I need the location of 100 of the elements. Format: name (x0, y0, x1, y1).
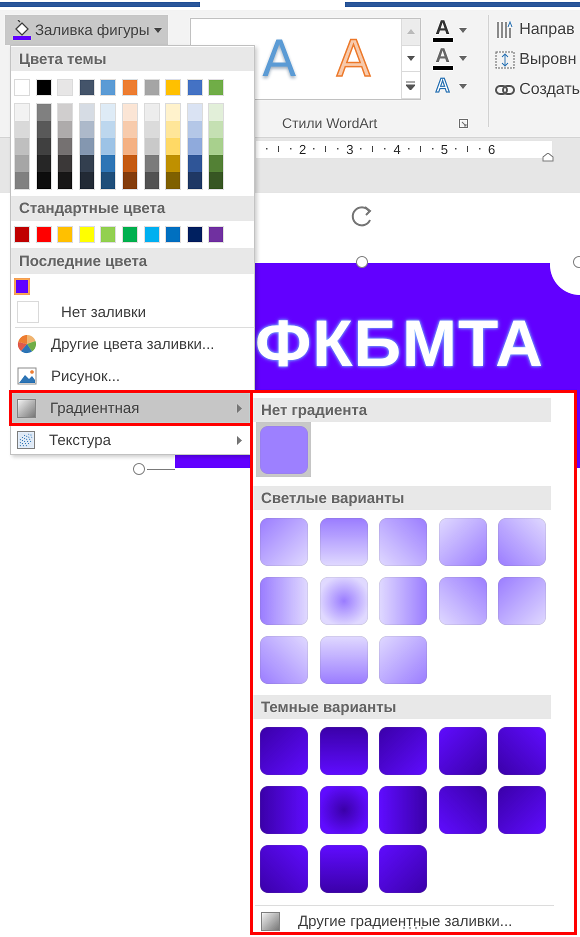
color-swatch[interactable] (15, 138, 29, 155)
color-swatch[interactable] (186, 79, 203, 96)
color-swatch[interactable] (122, 172, 137, 189)
color-swatch[interactable] (122, 79, 138, 96)
color-swatch[interactable] (36, 172, 51, 189)
color-swatch[interactable] (36, 104, 51, 121)
gradient-swatch[interactable] (320, 636, 368, 684)
color-swatch[interactable] (209, 104, 224, 121)
color-swatch[interactable] (14, 226, 30, 243)
color-swatch[interactable] (100, 226, 116, 243)
color-swatch[interactable] (36, 79, 52, 96)
color-swatch[interactable] (188, 121, 202, 138)
more-gradients-item[interactable]: Другие градиентные заливки... (253, 906, 574, 936)
color-swatch[interactable] (188, 138, 202, 155)
gradient-swatch[interactable] (260, 518, 308, 566)
gradient-swatch[interactable] (256, 422, 311, 477)
gradient-swatch[interactable] (320, 845, 368, 893)
resize-grip-icon[interactable] (401, 926, 425, 930)
gradient-swatch[interactable] (438, 727, 486, 775)
color-swatch[interactable] (166, 155, 180, 172)
color-swatch[interactable] (166, 104, 180, 121)
color-swatch[interactable] (208, 79, 224, 96)
color-swatch[interactable] (36, 121, 51, 138)
color-swatch[interactable] (58, 138, 72, 155)
color-swatch[interactable] (122, 104, 137, 121)
shape-fill-button[interactable]: Заливка фигуры (5, 15, 168, 45)
color-swatch[interactable] (186, 226, 203, 243)
color-swatch[interactable] (80, 104, 94, 121)
gradient-swatch[interactable] (260, 577, 308, 625)
color-swatch[interactable] (165, 226, 182, 243)
resize-handle[interactable] (356, 256, 368, 268)
color-swatch[interactable] (80, 121, 94, 138)
gradient-swatch[interactable] (379, 518, 427, 566)
color-swatch[interactable] (15, 155, 29, 172)
color-swatch[interactable] (15, 172, 29, 189)
color-swatch[interactable] (144, 172, 159, 189)
gradient-swatch[interactable] (379, 636, 427, 684)
gradient-swatch[interactable] (320, 786, 368, 834)
color-swatch[interactable] (209, 121, 224, 138)
color-swatch[interactable] (57, 226, 74, 243)
color-swatch[interactable] (100, 79, 116, 96)
gradient-swatch[interactable] (438, 518, 486, 566)
color-swatch[interactable] (80, 138, 94, 155)
gradient-swatch[interactable] (379, 577, 427, 625)
text-effect-button[interactable]: A (432, 45, 482, 71)
resize-handle[interactable] (133, 463, 145, 475)
color-swatch[interactable] (58, 155, 72, 172)
dialog-launcher-icon[interactable] (459, 118, 468, 128)
gradient-swatch[interactable] (320, 577, 368, 625)
color-swatch[interactable] (144, 79, 160, 96)
color-swatch[interactable] (80, 172, 94, 189)
color-swatch[interactable] (57, 79, 74, 96)
gradient-swatch[interactable] (379, 727, 427, 775)
color-swatch[interactable] (58, 172, 72, 189)
gradient-swatch[interactable] (438, 577, 486, 625)
gradient-swatch[interactable] (379, 786, 427, 834)
color-swatch[interactable] (58, 104, 72, 121)
gradient-swatch[interactable] (260, 845, 308, 893)
color-swatch[interactable] (36, 138, 51, 155)
gradient-swatch[interactable] (260, 786, 308, 834)
color-swatch[interactable] (188, 172, 202, 189)
color-swatch[interactable] (188, 104, 202, 121)
arrange-button[interactable]: Выровн (495, 47, 580, 73)
color-swatch[interactable] (101, 121, 116, 138)
color-swatch[interactable] (208, 226, 224, 243)
color-swatch[interactable] (101, 172, 116, 189)
color-swatch[interactable] (144, 138, 159, 155)
color-swatch[interactable] (80, 155, 94, 172)
text-effect-button[interactable]: A (432, 17, 482, 43)
color-swatch[interactable] (101, 155, 116, 172)
color-swatch[interactable] (166, 138, 180, 155)
gradient-swatch[interactable] (379, 845, 427, 893)
color-swatch[interactable] (166, 121, 180, 138)
color-swatch[interactable] (209, 138, 224, 155)
color-swatch[interactable] (101, 104, 116, 121)
color-swatch[interactable] (144, 226, 160, 243)
gradient-swatch[interactable] (320, 727, 368, 775)
color-swatch[interactable] (122, 226, 138, 243)
color-swatch[interactable] (188, 155, 202, 172)
color-swatch[interactable] (15, 121, 29, 138)
gradient-swatch[interactable] (498, 577, 546, 625)
gradient-swatch[interactable] (498, 786, 546, 834)
color-swatch[interactable] (166, 172, 180, 189)
color-swatch[interactable] (122, 138, 137, 155)
color-swatch[interactable] (209, 155, 224, 172)
gradient-swatch[interactable] (260, 636, 308, 684)
color-swatch[interactable] (58, 121, 72, 138)
color-swatch[interactable] (78, 226, 95, 243)
color-swatch[interactable] (14, 79, 30, 96)
color-swatch[interactable] (101, 138, 116, 155)
arrange-button[interactable]: Направ (495, 17, 580, 43)
gradient-swatch[interactable] (260, 727, 308, 775)
color-swatch[interactable] (209, 172, 224, 189)
color-swatch[interactable] (144, 121, 159, 138)
color-swatch[interactable] (14, 278, 30, 295)
color-swatch[interactable] (36, 226, 52, 243)
color-swatch[interactable] (165, 79, 182, 96)
gradient-swatch[interactable] (498, 518, 546, 566)
color-swatch[interactable] (122, 121, 137, 138)
color-swatch[interactable] (144, 155, 159, 172)
